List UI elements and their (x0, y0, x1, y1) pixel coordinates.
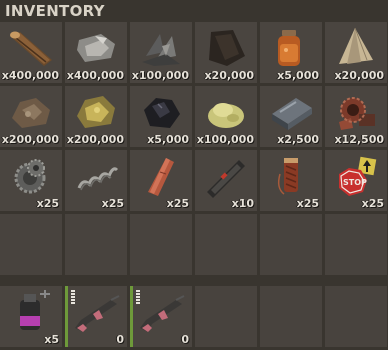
tarp-icon (148, 158, 174, 196)
slot-empty[interactable] (195, 214, 257, 275)
condition-bar (130, 286, 133, 347)
item-quantity: x100,000 (196, 133, 254, 146)
gears-icon (14, 159, 46, 194)
assault-rifle-icon (75, 295, 120, 332)
metal-ore-icon (12, 98, 50, 128)
belt-slot-empty[interactable] (260, 286, 322, 347)
slot-empty[interactable] (325, 214, 387, 275)
belt-slot-empty[interactable] (195, 286, 257, 347)
rope-icon (277, 158, 298, 195)
inventory-title: INVENTORY (5, 2, 105, 20)
road-signs-icon: STOP (339, 156, 377, 196)
sulfur-icon (208, 103, 244, 128)
item-quantity: x200,000 (66, 133, 124, 146)
scrap-icon (339, 97, 375, 130)
item-quantity: x25 (296, 197, 319, 210)
slot-low-grade-fuel[interactable]: x5,000 (260, 22, 322, 83)
item-quantity: x100,000 (131, 69, 189, 82)
metal-fragments-icon (142, 34, 180, 66)
slot-semi-auto-body[interactable]: x10 (195, 150, 257, 211)
item-quantity: x20,000 (334, 69, 384, 82)
slot-cloth[interactable]: x20,000 (325, 22, 387, 83)
slot-sulfur-ore[interactable]: x200,000 (65, 86, 127, 147)
slot-charcoal[interactable]: x5,000 (130, 86, 192, 147)
item-quantity: x10 (231, 197, 254, 210)
slot-empty[interactable] (130, 214, 192, 275)
item-quantity: x20,000 (204, 69, 254, 82)
item-quantity: x25 (166, 197, 189, 210)
smoke-grenade-icon (20, 290, 50, 330)
svg-text:STOP: STOP (343, 178, 367, 187)
belt-slot-empty[interactable] (325, 286, 387, 347)
assault-rifle-icon (140, 295, 185, 332)
item-quantity: x12,500 (334, 133, 384, 146)
item-quantity: x5,000 (147, 133, 189, 146)
wood-icon (10, 31, 52, 66)
slot-empty[interactable] (0, 214, 62, 275)
slot-rope[interactable]: x25 (260, 150, 322, 211)
semi-auto-body-icon (207, 160, 245, 198)
item-quantity: x400,000 (1, 69, 59, 82)
belt-slot-assault-rifle-2[interactable]: 0 (130, 286, 192, 347)
slot-empty[interactable] (260, 214, 322, 275)
condition-bar (65, 286, 68, 347)
sulfur-ore-icon (77, 96, 115, 128)
leather-icon (209, 30, 245, 66)
belt-slot-smoke-grenade[interactable]: x5 (0, 286, 62, 347)
slot-empty[interactable] (65, 214, 127, 275)
ammo-count: 0 (116, 333, 124, 346)
slot-metal-spring[interactable]: x25 (65, 150, 127, 211)
stones-icon (77, 34, 115, 62)
cloth-icon (339, 27, 373, 64)
slot-stones[interactable]: x400,000 (65, 22, 127, 83)
belt-slot-assault-rifle-1[interactable]: 0 (65, 286, 127, 347)
slot-high-quality-metal[interactable]: x2,500 (260, 86, 322, 147)
metal-spring-icon (77, 167, 119, 191)
item-quantity: x5,000 (277, 69, 319, 82)
slot-gears[interactable]: x25 (0, 150, 62, 211)
item-quantity: x2,500 (277, 133, 319, 146)
charcoal-icon (144, 98, 180, 128)
item-quantity: x25 (361, 197, 384, 210)
slot-scrap[interactable]: x12,500 (325, 86, 387, 147)
slot-wood[interactable]: x400,000 (0, 22, 62, 83)
slot-sulfur[interactable]: x100,000 (195, 86, 257, 147)
item-quantity: x5 (44, 333, 59, 346)
slot-leather[interactable]: x20,000 (195, 22, 257, 83)
slot-metal-fragments[interactable]: x100,000 (130, 22, 192, 83)
item-quantity: x200,000 (1, 133, 59, 146)
slot-metal-ore[interactable]: x200,000 (0, 86, 62, 147)
high-quality-metal-icon (272, 98, 312, 130)
low-grade-fuel-icon (278, 30, 300, 66)
item-quantity: x400,000 (66, 69, 124, 82)
slot-road-signs[interactable]: STOP x25 (325, 150, 387, 211)
slot-tarp[interactable]: x25 (130, 150, 192, 211)
item-quantity: x25 (36, 197, 59, 210)
item-quantity: x25 (101, 197, 124, 210)
ammo-count: 0 (181, 333, 189, 346)
